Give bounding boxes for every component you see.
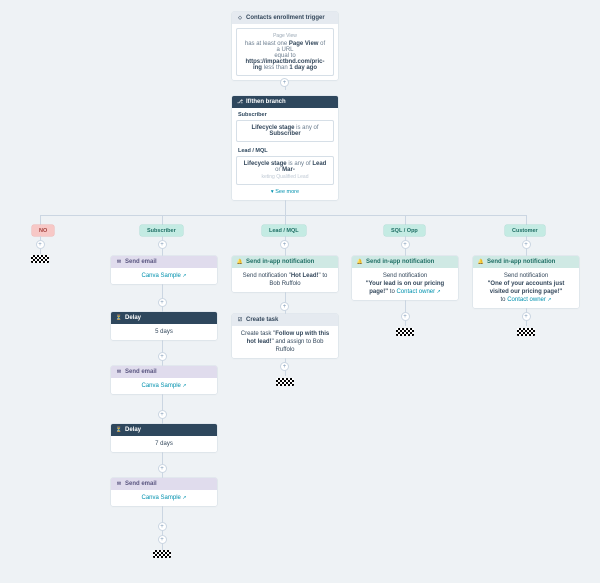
card-title: Send email (125, 369, 157, 375)
add-step-button[interactable]: + (401, 240, 410, 249)
trigger-card[interactable]: ◇ Contacts enrollment trigger Page View … (232, 12, 338, 80)
trigger-title: Contacts enrollment trigger (246, 15, 325, 21)
bell-icon: 🔔 (357, 259, 363, 265)
connector (40, 215, 526, 216)
bell-icon: 🔔 (478, 259, 484, 265)
email-link[interactable]: Canva Sample (142, 495, 187, 501)
add-step-button[interactable]: + (36, 240, 45, 249)
branch-pill-no[interactable]: NO (32, 225, 54, 236)
card-title: Delay (125, 315, 141, 321)
add-step-button[interactable]: + (158, 464, 167, 473)
person-icon: ◇ (237, 15, 243, 21)
send-email-card[interactable]: ✉ Send email Canva Sample (111, 256, 217, 284)
add-step-button[interactable]: + (401, 312, 410, 321)
delay-card[interactable]: ⏳ Delay 5 days (111, 312, 217, 340)
branch-header: ⎇ If/then branch (232, 96, 338, 108)
mail-icon: ✉ (116, 259, 122, 265)
card-header: ✉ Send email (111, 256, 217, 268)
send-email-card[interactable]: ✉ Send email Canva Sample (111, 478, 217, 506)
owner-link[interactable]: Contact owner (507, 297, 551, 303)
bell-icon: 🔔 (237, 259, 243, 265)
delay-value: 7 days (111, 436, 217, 452)
connector (405, 215, 406, 225)
workflow-end-icon (153, 550, 171, 558)
add-step-button[interactable]: + (522, 240, 531, 249)
card-header: ✉ Send email (111, 366, 217, 378)
trigger-rule: Page View has at least one Page View of … (236, 28, 334, 76)
branch-group-2-rule: Lifecycle stage is any of Lead or Mar- k… (236, 156, 334, 185)
task-card[interactable]: ☑ Create task Create task "Follow up wit… (232, 314, 338, 358)
connector (40, 215, 41, 225)
card-header: ⏳ Delay (111, 424, 217, 436)
workflow-end-icon (396, 328, 414, 336)
card-title: Create task (246, 317, 278, 323)
card-title: Send email (125, 259, 157, 265)
card-desc: Send notification "Hot Lead!" to Bob Ruf… (232, 268, 338, 292)
add-step-button[interactable]: + (280, 78, 289, 87)
add-step-button[interactable]: + (522, 312, 531, 321)
workflow-end-icon (276, 378, 294, 386)
trigger-rule-label: Page View (243, 33, 327, 39)
branch-group-1-label: Subscriber (232, 108, 338, 120)
card-header: 🔔 Send in-app notification (352, 256, 458, 268)
send-email-card[interactable]: ✉ Send email Canva Sample (111, 366, 217, 394)
card-title: Send in-app notification (246, 259, 314, 265)
card-desc: Create task "Follow up with this hot lea… (232, 326, 338, 358)
card-header: ☑ Create task (232, 314, 338, 326)
email-link[interactable]: Canva Sample (142, 383, 187, 389)
email-link[interactable]: Canva Sample (142, 273, 187, 279)
connector (162, 215, 163, 225)
notification-card[interactable]: 🔔 Send in-app notification Send notifica… (473, 256, 579, 308)
add-step-button[interactable]: + (158, 352, 167, 361)
card-title: Delay (125, 427, 141, 433)
card-title: Send email (125, 481, 157, 487)
mail-icon: ✉ (116, 369, 122, 375)
branch-icon: ⎇ (237, 99, 243, 105)
branch-pill-sql[interactable]: SQL / Opp (384, 225, 425, 236)
card-header: ⏳ Delay (111, 312, 217, 324)
owner-link[interactable]: Contact owner (396, 289, 440, 295)
connector (526, 215, 527, 225)
branch-title: If/then branch (246, 99, 286, 105)
card-header: 🔔 Send in-app notification (232, 256, 338, 268)
connector (285, 215, 286, 225)
add-step-button[interactable]: + (158, 522, 167, 531)
branch-group-2-label: Lead / MQL (232, 144, 338, 156)
add-step-button[interactable]: + (158, 240, 167, 249)
card-title: Send in-app notification (487, 259, 555, 265)
task-icon: ☑ (237, 317, 243, 323)
delay-value: 5 days (111, 324, 217, 340)
add-step-button[interactable]: + (158, 535, 167, 544)
workflow-end-icon (31, 255, 49, 263)
branch-see-more[interactable]: ▾ See more (232, 187, 338, 200)
card-header: ✉ Send email (111, 478, 217, 490)
branch-group-1-rule: Lifecycle stage is any of Subscriber (236, 120, 334, 142)
workflow-canvas: ◇ Contacts enrollment trigger Page View … (0, 0, 600, 583)
add-step-button[interactable]: + (158, 410, 167, 419)
delay-icon: ⏳ (116, 315, 122, 321)
add-step-button[interactable]: + (280, 302, 289, 311)
branch-pill-subscriber[interactable]: Subscriber (140, 225, 183, 236)
card-desc: Send notification "One of your accounts … (473, 268, 579, 308)
card-desc: Send notification "Your lead is on our p… (352, 268, 458, 300)
notification-card[interactable]: 🔔 Send in-app notification Send notifica… (352, 256, 458, 300)
delay-icon: ⏳ (116, 427, 122, 433)
branch-card[interactable]: ⎇ If/then branch Subscriber Lifecycle st… (232, 96, 338, 200)
card-header: 🔔 Send in-app notification (473, 256, 579, 268)
mail-icon: ✉ (116, 481, 122, 487)
trigger-header: ◇ Contacts enrollment trigger (232, 12, 338, 24)
delay-card[interactable]: ⏳ Delay 7 days (111, 424, 217, 452)
workflow-end-icon (517, 328, 535, 336)
add-step-button[interactable]: + (158, 298, 167, 307)
add-step-button[interactable]: + (280, 240, 289, 249)
add-step-button[interactable]: + (280, 362, 289, 371)
branch-pill-customer[interactable]: Customer (505, 225, 545, 236)
notification-card[interactable]: 🔔 Send in-app notification Send notifica… (232, 256, 338, 292)
card-title: Send in-app notification (366, 259, 434, 265)
branch-pill-lead[interactable]: Lead / MQL (262, 225, 306, 236)
